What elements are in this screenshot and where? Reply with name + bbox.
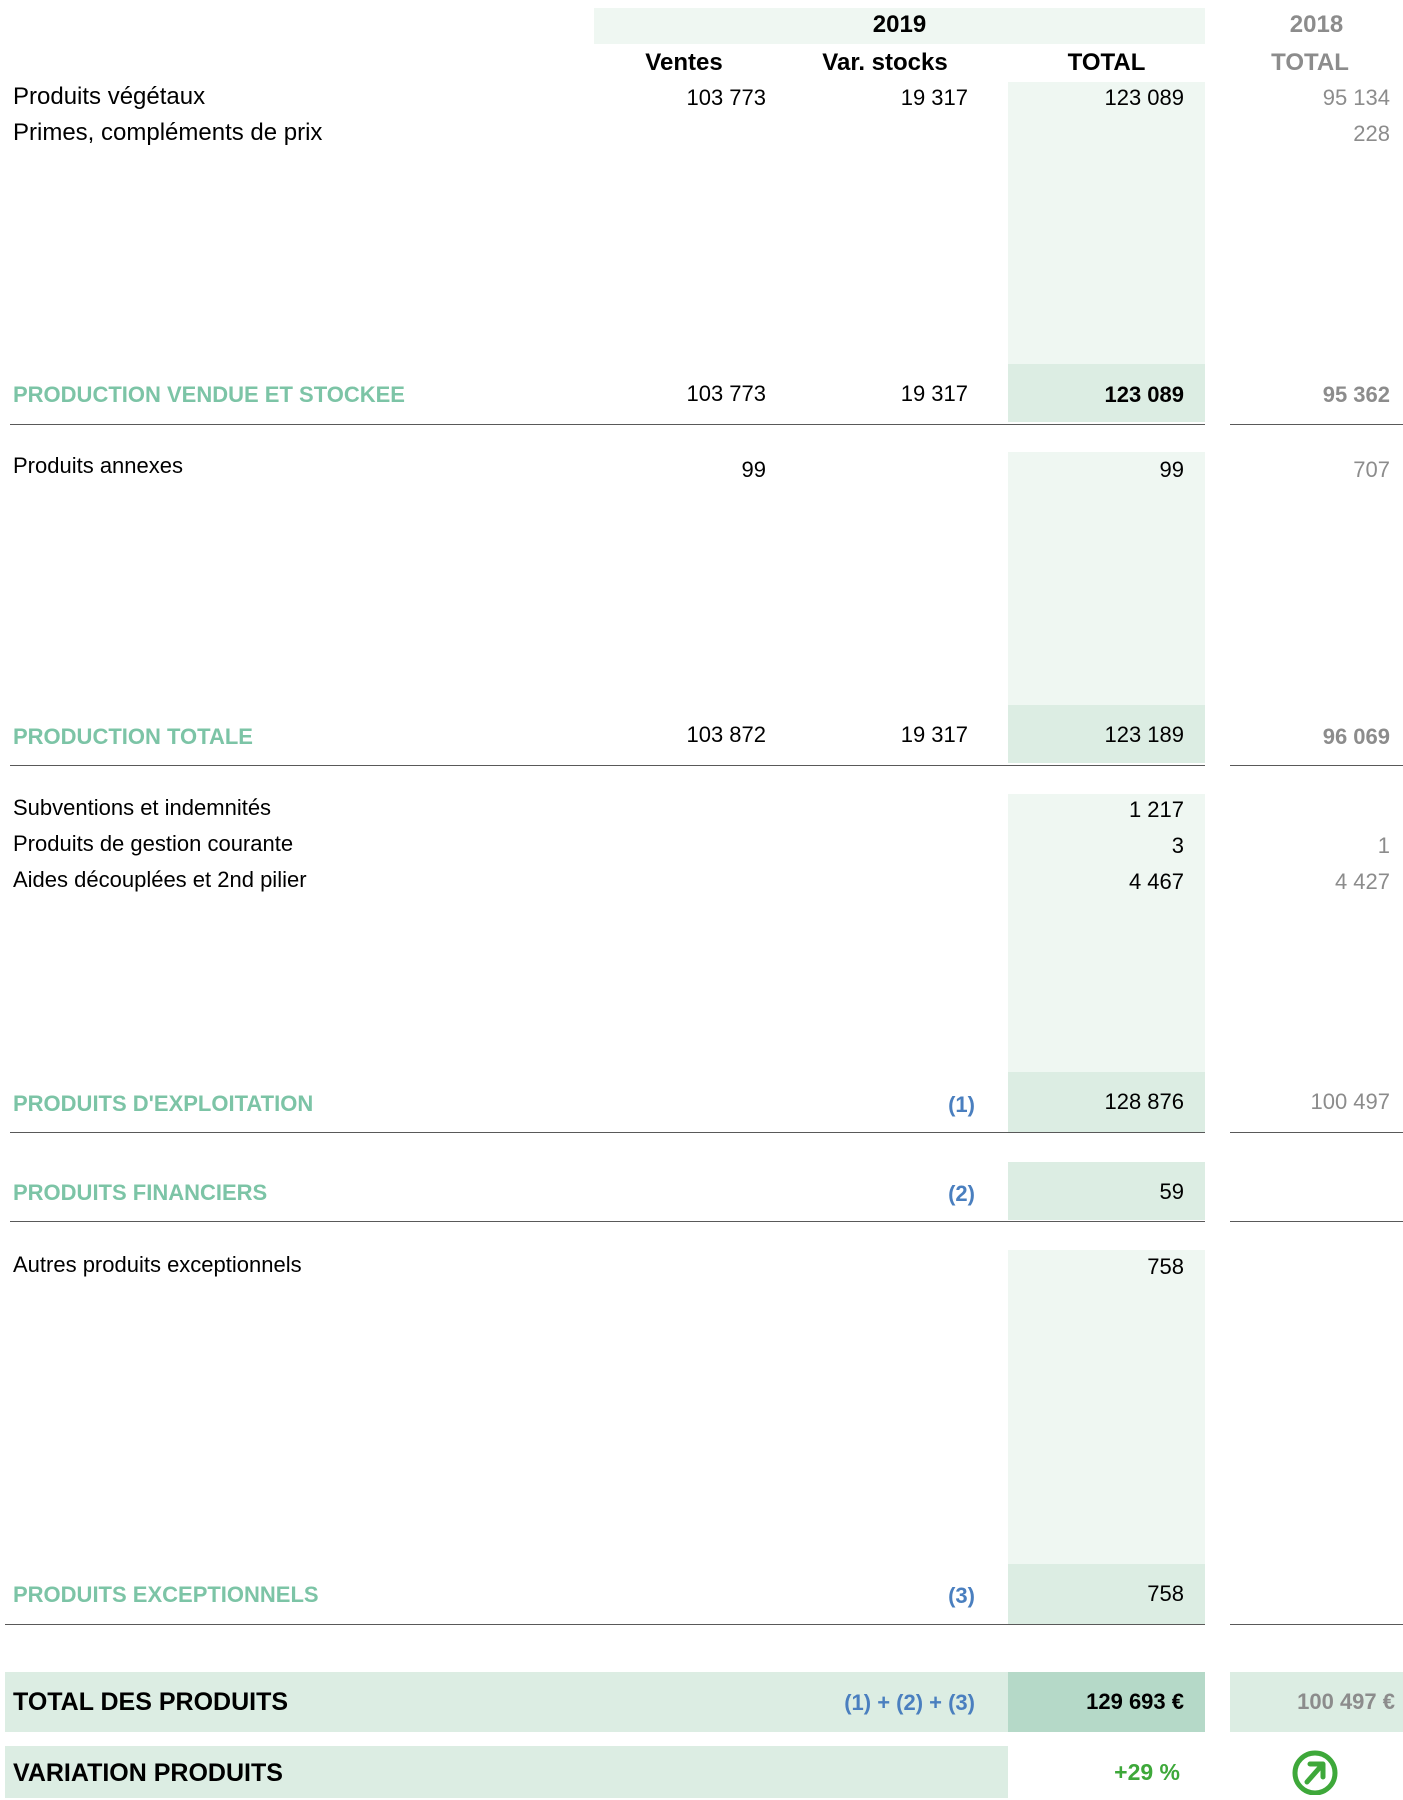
cell-exploitation-2018: 100 497	[1310, 1089, 1390, 1114]
row-label-produits-vegetaux: Produits végétaux	[13, 83, 206, 110]
col-header-var-stocks: Var. stocks	[822, 49, 948, 76]
cell-autres-exc-total: 758	[1147, 1254, 1184, 1279]
cell-aides-2018: 4 427	[1334, 869, 1390, 894]
total-column-band-4	[1008, 1250, 1205, 1564]
cell-aides-total: 4 467	[1128, 869, 1184, 894]
col-header-total: TOTAL	[1067, 49, 1146, 76]
total-produits-2018-value: 100 497 €	[1297, 1689, 1395, 1714]
cell-annexes-2018: 707	[1353, 457, 1390, 482]
cell-annexes-ventes: 99	[741, 457, 766, 482]
cell-prod-vendue-total: 123 089	[1104, 382, 1184, 407]
section-produits-financiers: PRODUITS FINANCIERS	[13, 1180, 268, 1205]
cell-vegetaux-ventes: 103 773	[686, 85, 766, 110]
cell-prod-totale-ventes: 103 872	[686, 722, 766, 747]
total-produits-formula: (1) + (2) + (3)	[844, 1690, 975, 1715]
section-produits-exploitation: PRODUITS D'EXPLOITATION	[13, 1091, 314, 1116]
section-production-totale: PRODUCTION TOTALE	[13, 724, 253, 749]
cell-prod-totale-total: 123 189	[1104, 722, 1184, 747]
divider-prod-vendue-2018	[1230, 424, 1403, 425]
col-header-ventes: Ventes	[645, 49, 723, 76]
row-label-gestion-courante: Produits de gestion courante	[13, 831, 294, 856]
row-label-subventions: Subventions et indemnités	[13, 795, 272, 820]
divider-prod-vendue	[10, 424, 1205, 425]
total-produits-value: 129 693 €	[1086, 1689, 1184, 1714]
divider-financiers-2018	[1230, 1221, 1403, 1222]
section-production-vendue: PRODUCTION VENDUE ET STOCKEE	[13, 382, 405, 407]
cell-prod-vendue-2018: 95 362	[1322, 382, 1390, 407]
cell-prod-totale-var: 19 317	[900, 722, 968, 747]
row-label-autres-exceptionnels: Autres produits exceptionnels	[13, 1252, 302, 1277]
row-label-primes: Primes, compléments de prix	[13, 119, 323, 146]
cell-prod-vendue-ventes: 103 773	[686, 381, 766, 406]
cell-exceptionnels-total: 758	[1147, 1581, 1184, 1606]
variation-value: +29 %	[1114, 1759, 1180, 1785]
divider-prod-totale	[10, 765, 1205, 766]
total-produits-label: TOTAL DES PRODUITS	[13, 1688, 289, 1716]
total-column-band-2	[1008, 452, 1205, 705]
cell-financiers-total: 59	[1159, 1179, 1184, 1204]
up-right-arrow-icon	[1290, 1749, 1340, 1796]
divider-financiers	[10, 1221, 1205, 1222]
cell-prod-vendue-var: 19 317	[900, 381, 968, 406]
ref-marker-1: (1)	[948, 1092, 975, 1117]
cell-subventions-total: 1 217	[1128, 797, 1184, 822]
row-label-produits-annexes: Produits annexes	[13, 453, 183, 478]
year-2018-header: 2018	[1289, 11, 1344, 38]
cell-annexes-total: 99	[1159, 457, 1184, 482]
section-produits-exceptionnels: PRODUITS EXCEPTIONNELS	[13, 1582, 319, 1607]
row-label-aides-decouplees: Aides découplées et 2nd pilier	[13, 867, 307, 892]
variation-label: VARIATION PRODUITS	[13, 1759, 283, 1787]
cell-gestion-total: 3	[1171, 833, 1184, 858]
cell-vegetaux-var: 19 317	[900, 85, 968, 110]
total-column-band-1	[1008, 82, 1205, 364]
ref-marker-3: (3)	[948, 1583, 975, 1608]
cell-vegetaux-2018: 95 134	[1322, 85, 1390, 110]
divider-exploitation	[10, 1132, 1205, 1133]
cell-gestion-2018: 1	[1377, 833, 1390, 858]
divider-prod-totale-2018	[1230, 765, 1403, 766]
divider-exceptionnels	[5, 1624, 1205, 1625]
divider-exploitation-2018	[1230, 1132, 1403, 1133]
col-header-total-2018: TOTAL	[1271, 49, 1349, 76]
cell-primes-2018: 228	[1353, 121, 1390, 146]
divider-exceptionnels-2018	[1230, 1624, 1403, 1625]
cell-prod-totale-2018: 96 069	[1322, 724, 1390, 749]
cell-exploitation-total: 128 876	[1104, 1089, 1184, 1114]
cell-vegetaux-total: 123 089	[1104, 85, 1184, 110]
ref-marker-2: (2)	[948, 1181, 975, 1206]
year-2019-header: 2019	[872, 11, 927, 38]
